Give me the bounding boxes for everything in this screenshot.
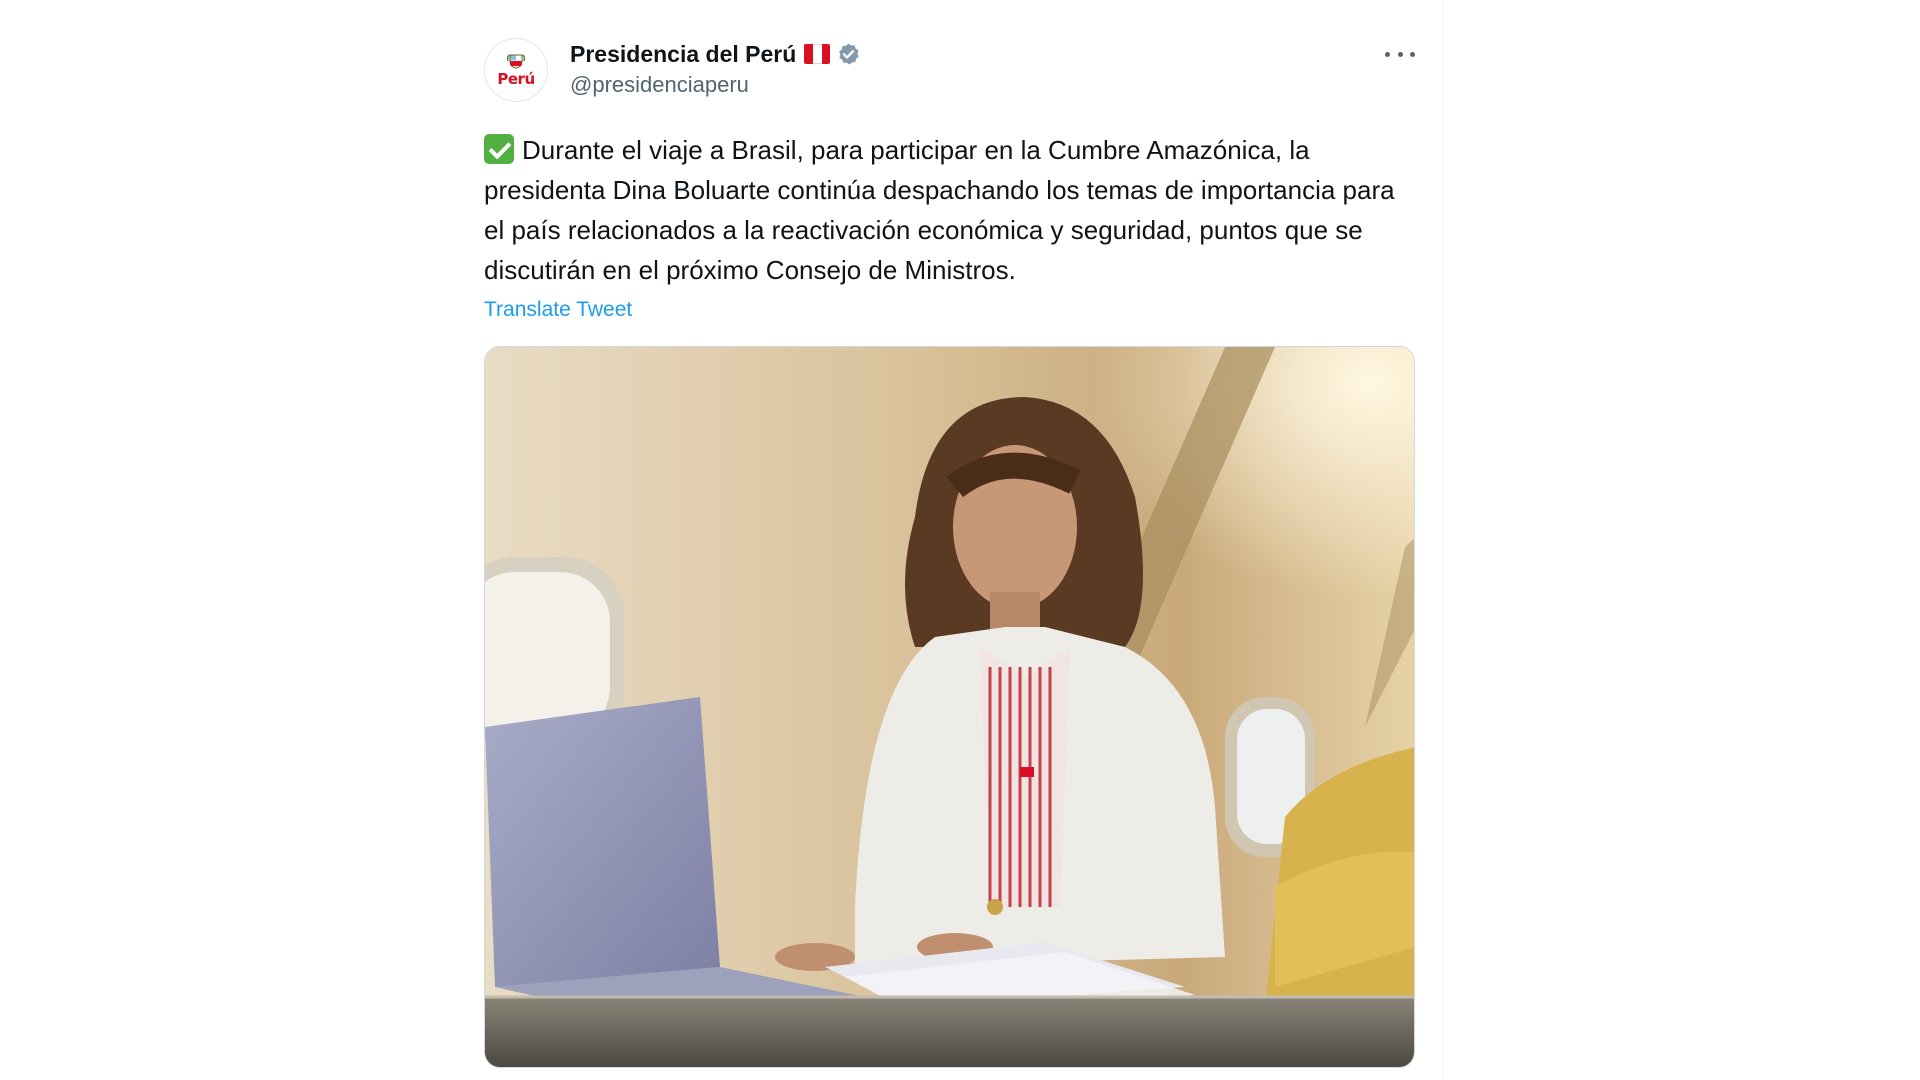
verified-badge-icon[interactable]: [836, 42, 861, 67]
author-block: Presidencia del Perú @presidenciaperu: [570, 40, 861, 98]
peru-flag-icon: [804, 44, 831, 64]
avatar-logo-text: Perú: [497, 70, 535, 88]
more-options-icon[interactable]: [1385, 44, 1415, 64]
author-handle[interactable]: @presidenciaperu: [570, 72, 861, 98]
tweet-photo[interactable]: [484, 346, 1415, 1068]
author-name-row: Presidencia del Perú: [570, 40, 861, 68]
author-name[interactable]: Presidencia del Perú: [570, 41, 796, 68]
check-mark-emoji-icon: [484, 134, 514, 164]
timeline-column-divider: [1443, 0, 1444, 1080]
photo-illustration: [485, 347, 1414, 1067]
tweet[interactable]: Perú Presidencia del Perú @presidenciape…: [484, 0, 1415, 1080]
translate-tweet-link[interactable]: Translate Tweet: [484, 298, 632, 322]
coat-of-arms-icon: [507, 54, 525, 69]
tweet-text-block: Durante el viaje a Brasil, para particip…: [484, 130, 1415, 290]
tweet-text: Durante el viaje a Brasil, para particip…: [484, 135, 1395, 285]
author-avatar[interactable]: Perú: [484, 38, 548, 102]
